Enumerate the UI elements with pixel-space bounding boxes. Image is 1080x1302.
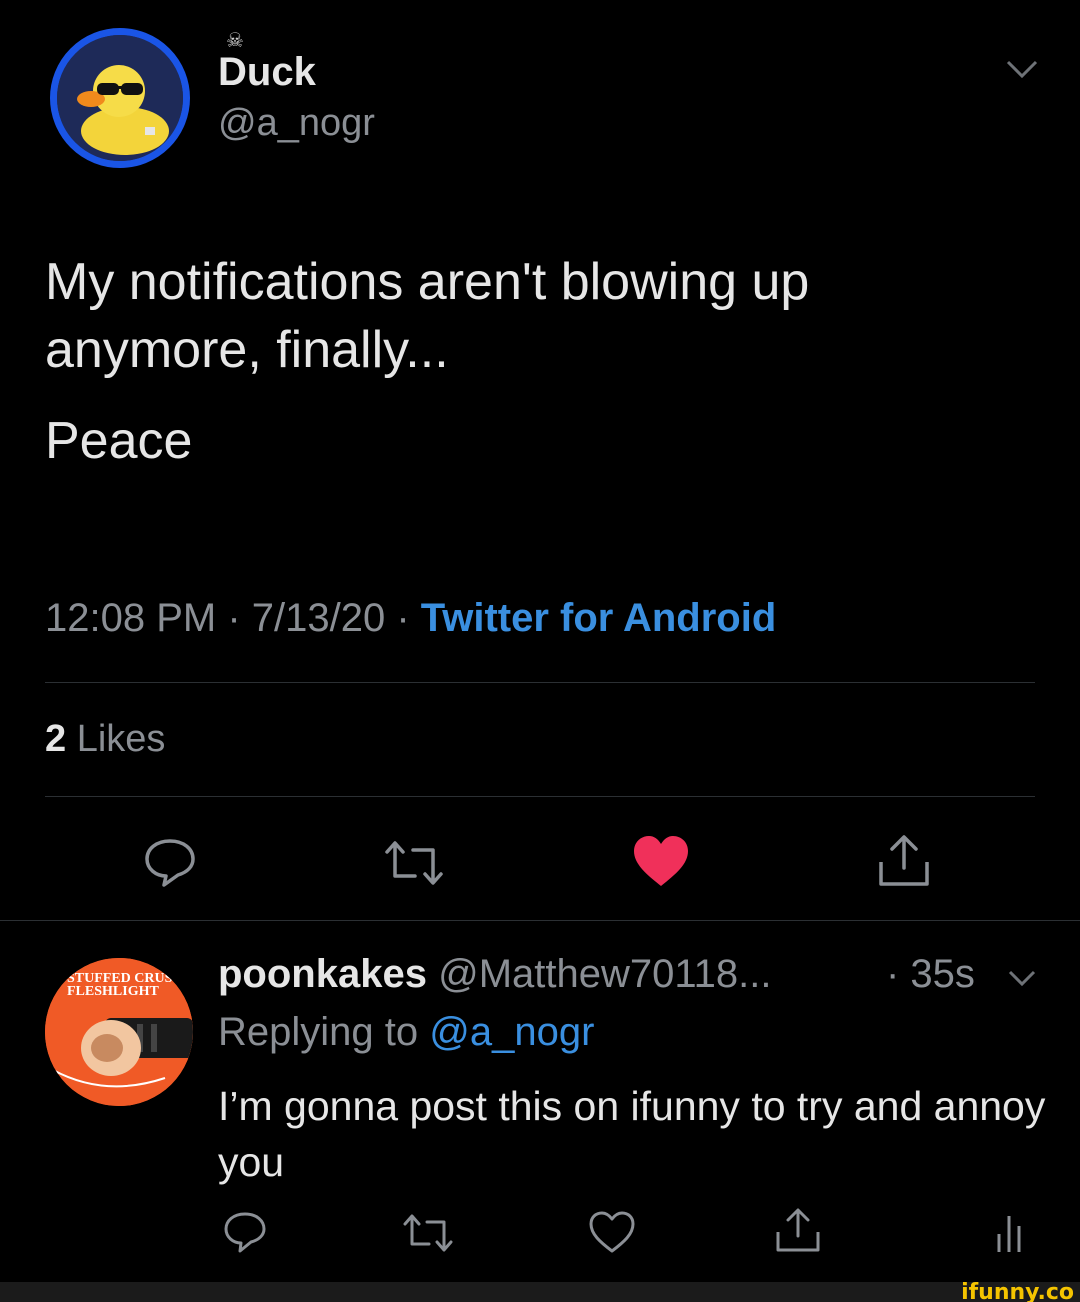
author-handle[interactable]: @a_nogr <box>218 102 375 145</box>
author-name-text: Duck <box>218 50 316 94</box>
retweet-icon[interactable] <box>400 1212 456 1254</box>
watermark-bar <box>0 1282 1080 1302</box>
meta-separator: · <box>385 596 421 640</box>
divider <box>45 796 1035 797</box>
chevron-down-icon[interactable] <box>1006 966 1038 990</box>
reply-icon[interactable] <box>142 836 198 888</box>
reply-author-display-name: poonkakes <box>218 952 427 996</box>
author-display-name[interactable]: ☠ Duck <box>218 30 316 95</box>
tweet-text: My notifications aren't blowing up anymo… <box>45 248 1035 498</box>
likes-number: 2 <box>45 718 67 760</box>
likes-count-link[interactable]: 2 Likes <box>45 718 165 761</box>
tweet-time: 12:08 PM <box>45 596 217 640</box>
replying-prefix: Replying to <box>218 1010 430 1054</box>
divider <box>0 920 1080 921</box>
reply-text: I’m gonna post this on ifunny to try and… <box>218 1083 1046 1185</box>
tweet-source-link[interactable]: Twitter for Android <box>421 596 777 640</box>
author-avatar[interactable] <box>50 28 190 168</box>
analytics-icon[interactable] <box>994 1212 1024 1254</box>
like-icon[interactable] <box>588 1210 636 1254</box>
reply-timestamp: · 35s <box>886 952 975 996</box>
tweet-meta: 12:08 PM · 7/13/20 · Twitter for Android <box>45 596 776 641</box>
replying-mention-link[interactable]: @a_nogr <box>429 1010 594 1054</box>
share-icon[interactable] <box>774 1206 822 1254</box>
reply-author-line[interactable]: poonkakes @Matthew70118... <box>218 952 771 997</box>
reply-author-handle: @Matthew70118... <box>438 952 772 996</box>
avatar-text-bottom: FLESHLIGHT <box>67 984 159 999</box>
chevron-down-icon[interactable] <box>1002 54 1042 84</box>
reply-author-avatar[interactable]: STUFFED CRUST FLESHLIGHT <box>45 958 193 1106</box>
ifunny-watermark: ifunny.co <box>961 1280 1074 1302</box>
tweet-text-line: Peace <box>45 412 193 470</box>
like-icon-filled[interactable] <box>632 834 690 888</box>
meta-separator: · <box>216 596 252 640</box>
replying-to-line: Replying to @a_nogr <box>218 1010 594 1055</box>
divider <box>45 682 1035 683</box>
reply-icon[interactable] <box>222 1210 268 1254</box>
likes-label: Likes <box>66 718 166 760</box>
share-icon[interactable] <box>876 832 932 888</box>
name-emoji-tag: ☠ <box>226 30 244 52</box>
tweet-date: 7/13/20 <box>251 596 386 640</box>
duck-icon <box>57 35 183 161</box>
tweet-text-line: My notifications aren't blowing up anymo… <box>45 253 810 379</box>
retweet-icon[interactable] <box>381 838 447 888</box>
